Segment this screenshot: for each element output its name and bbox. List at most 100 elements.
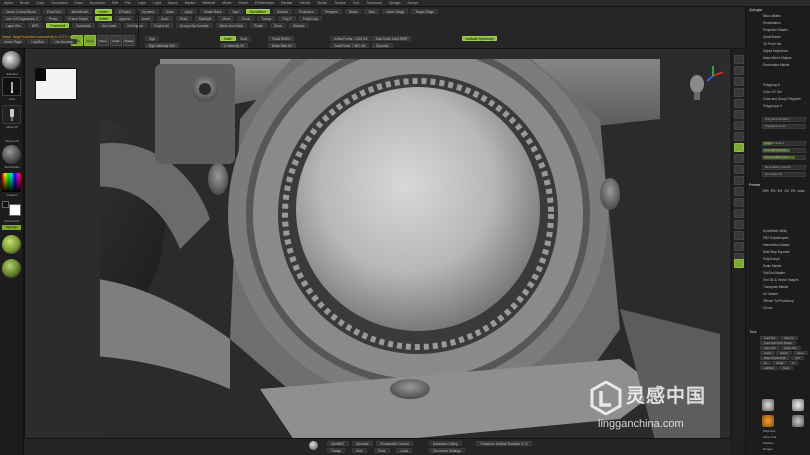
shelf-button[interactable]: Stroke Back [199,9,226,14]
menu-item[interactable]: Macro [168,1,178,5]
menu-item[interactable]: Dynamics [90,1,105,5]
palette-title[interactable]: Zplugin [749,7,808,12]
alternate-button[interactable]: Alternate [2,225,21,230]
shelf-button[interactable]: Brush [344,9,362,14]
plugin-item[interactable]: 3D Print Hub [749,41,808,47]
shelf-button[interactable]: Use Kit Progression 3 [2,16,42,21]
lightbox-button[interactable]: LightBox [27,39,49,44]
ghost-button[interactable] [734,242,744,251]
menu-item[interactable]: Zscript [407,1,418,5]
shelf-button[interactable]: ZProject [114,9,135,14]
plugin-list-item[interactable]: SubTool Master [749,270,808,276]
menu-item[interactable]: Brush [20,1,29,5]
bottom-button[interactable]: Solo [352,448,367,453]
menu-item[interactable]: Transform [366,1,382,5]
shelf-button[interactable]: FloorGrid [42,9,65,14]
move-button[interactable]: Move [97,35,109,46]
plugin-item[interactable]: Decimation Master [749,62,808,68]
tool-thumb-zsphere[interactable] [762,415,774,427]
preset-button[interactable]: 2% [791,189,796,193]
menu-item[interactable]: Color [36,1,44,5]
z-intensity-slider[interactable]: Z Intensity 25 [220,43,248,48]
tool-button[interactable]: Export [776,351,792,355]
plugin-list-item[interactable]: FBX ExportImport [749,235,808,241]
shelf-button[interactable]: Home Stage [382,9,409,14]
shelf-button[interactable]: Store [270,23,287,28]
shelf-button[interactable]: Draw [161,9,178,14]
shelf-button[interactable]: Sym [228,9,243,14]
shelf-button[interactable]: Append [115,16,135,21]
polygroup-item[interactable]: Polygroup It [749,82,808,88]
menu-item[interactable]: Tool [353,1,359,5]
draw-size-slider[interactable]: Draw Size 64 [268,43,296,48]
material-sphere-icon[interactable] [2,145,21,164]
plugin-list-item[interactable]: Multi Map Exporter [749,249,808,255]
shelf-button[interactable]: Smooth [272,9,293,14]
polygroup-item[interactable]: Color and Group Polypaint [749,96,808,102]
plugin-item[interactable]: Maya Blend Shapes [749,55,808,61]
plugin-list-item[interactable]: UV Master [749,291,808,297]
matcap-sphere-2-icon[interactable] [2,259,21,278]
tool-button[interactable]: Visible [771,361,788,365]
shelf-button[interactable]: Mesh [218,16,235,21]
decimation-bar[interactable]: SubdivLevel 4 [762,141,806,146]
plugin-list-item[interactable]: DynaMesh Utility [749,228,808,234]
bottom-button[interactable]: Local [396,448,412,453]
plugin-item[interactable]: Adjust Keyframes [749,48,808,54]
shelf-button[interactable]: PolyGroup [298,16,323,21]
plugin-list-item[interactable]: Intersection Master [749,242,808,248]
rotate-button[interactable]: Rotate [123,35,135,46]
document-thumbnail[interactable] [35,68,77,100]
menu-item[interactable]: Stencil [300,1,311,5]
tool-button[interactable]: Tools [778,366,793,370]
lsym-button[interactable] [734,154,744,163]
shelf-button[interactable]: Dynamic [137,9,159,14]
shelf-button[interactable]: Solo [364,9,380,14]
menu-item[interactable]: Zplugin [389,1,400,5]
tool-button[interactable]: R [788,361,799,365]
shelf-button[interactable]: Layer Rev [2,23,26,28]
preset-button[interactable]: 1% [784,189,789,193]
switch-color-label[interactable]: SwitchColor [1,219,23,223]
tool-thumb-polymesh[interactable] [762,399,774,411]
persp-button[interactable] [734,121,744,130]
alpha-icon[interactable] [2,105,21,124]
polygroup-item[interactable]: Color UV Set [749,89,808,95]
spotlight-sphere-icon[interactable] [309,441,318,450]
activate-symmetry-button[interactable]: Activate Symmetry [462,36,498,41]
menu-item[interactable]: Draw [74,1,82,5]
focal-shift-slider[interactable]: Focal Shift 0 [268,36,295,41]
draw-button[interactable]: Draw [84,35,96,46]
shelf-button[interactable]: Insert [95,9,112,14]
bpr-button[interactable] [734,55,744,64]
menu-item[interactable]: Layer [138,1,147,5]
home-page-button[interactable]: Home Page [0,39,26,44]
tool-button[interactable]: Save As [780,336,798,340]
decimation-bar[interactable]: Points 2957 8711 [762,155,806,160]
dynamic-toggle[interactable]: Dynamic [372,43,393,48]
tool-button[interactable]: GoZ [790,356,804,360]
transp-button[interactable] [734,231,744,240]
aahalf-button[interactable] [734,110,744,119]
tool-button[interactable]: Make PolyMesh3D [760,356,790,360]
dynamic-nav-button[interactable] [734,259,744,268]
decimation-bar[interactable]: Decimate All [762,172,806,177]
menu-item[interactable]: Picker [238,1,248,5]
document-canvas[interactable] [24,49,730,438]
menu-item[interactable]: Edit [112,1,118,5]
frame-button[interactable] [734,176,744,185]
rgb-toggle[interactable]: Rgb [145,36,160,41]
bottom-button[interactable]: Floor [374,448,390,453]
shelf-button[interactable]: Polish [250,23,268,28]
shelf-button[interactable]: Projection [295,9,318,14]
shelf-button[interactable]: DynaMesh [246,9,270,14]
plugin-item[interactable]: Deactivation [749,20,808,26]
shelf-button[interactable]: Perspect [320,9,342,14]
tool-button[interactable]: Copy Tool [760,346,780,350]
tool-button[interactable]: Lightbox [760,366,778,370]
stroke-icon[interactable] [2,77,21,96]
shelf-button[interactable]: Target Stage [411,9,439,14]
main-color-swatch[interactable] [9,204,21,216]
tool-button[interactable]: Import [760,351,776,355]
scroll-button[interactable] [734,77,744,86]
